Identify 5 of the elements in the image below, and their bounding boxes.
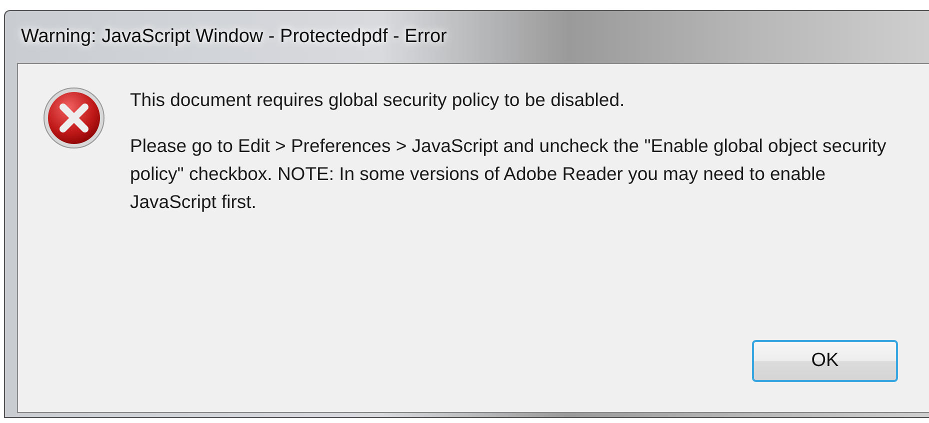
detail-text: Please go to Edit > Preferences > JavaScript and uncheck the "Enable global object security policy" checkbox. NOTE: In some versions of Adobe Reader you may need to enable JavaScript first.	[130, 134, 888, 214]
ok-button[interactable]: OK	[752, 340, 898, 382]
error-icon	[42, 86, 106, 150]
window-title: Warning: JavaScript Window - Protectedpdf - Error	[21, 26, 447, 48]
message-text: This document requires global security policy to be disabled.	[130, 88, 626, 112]
